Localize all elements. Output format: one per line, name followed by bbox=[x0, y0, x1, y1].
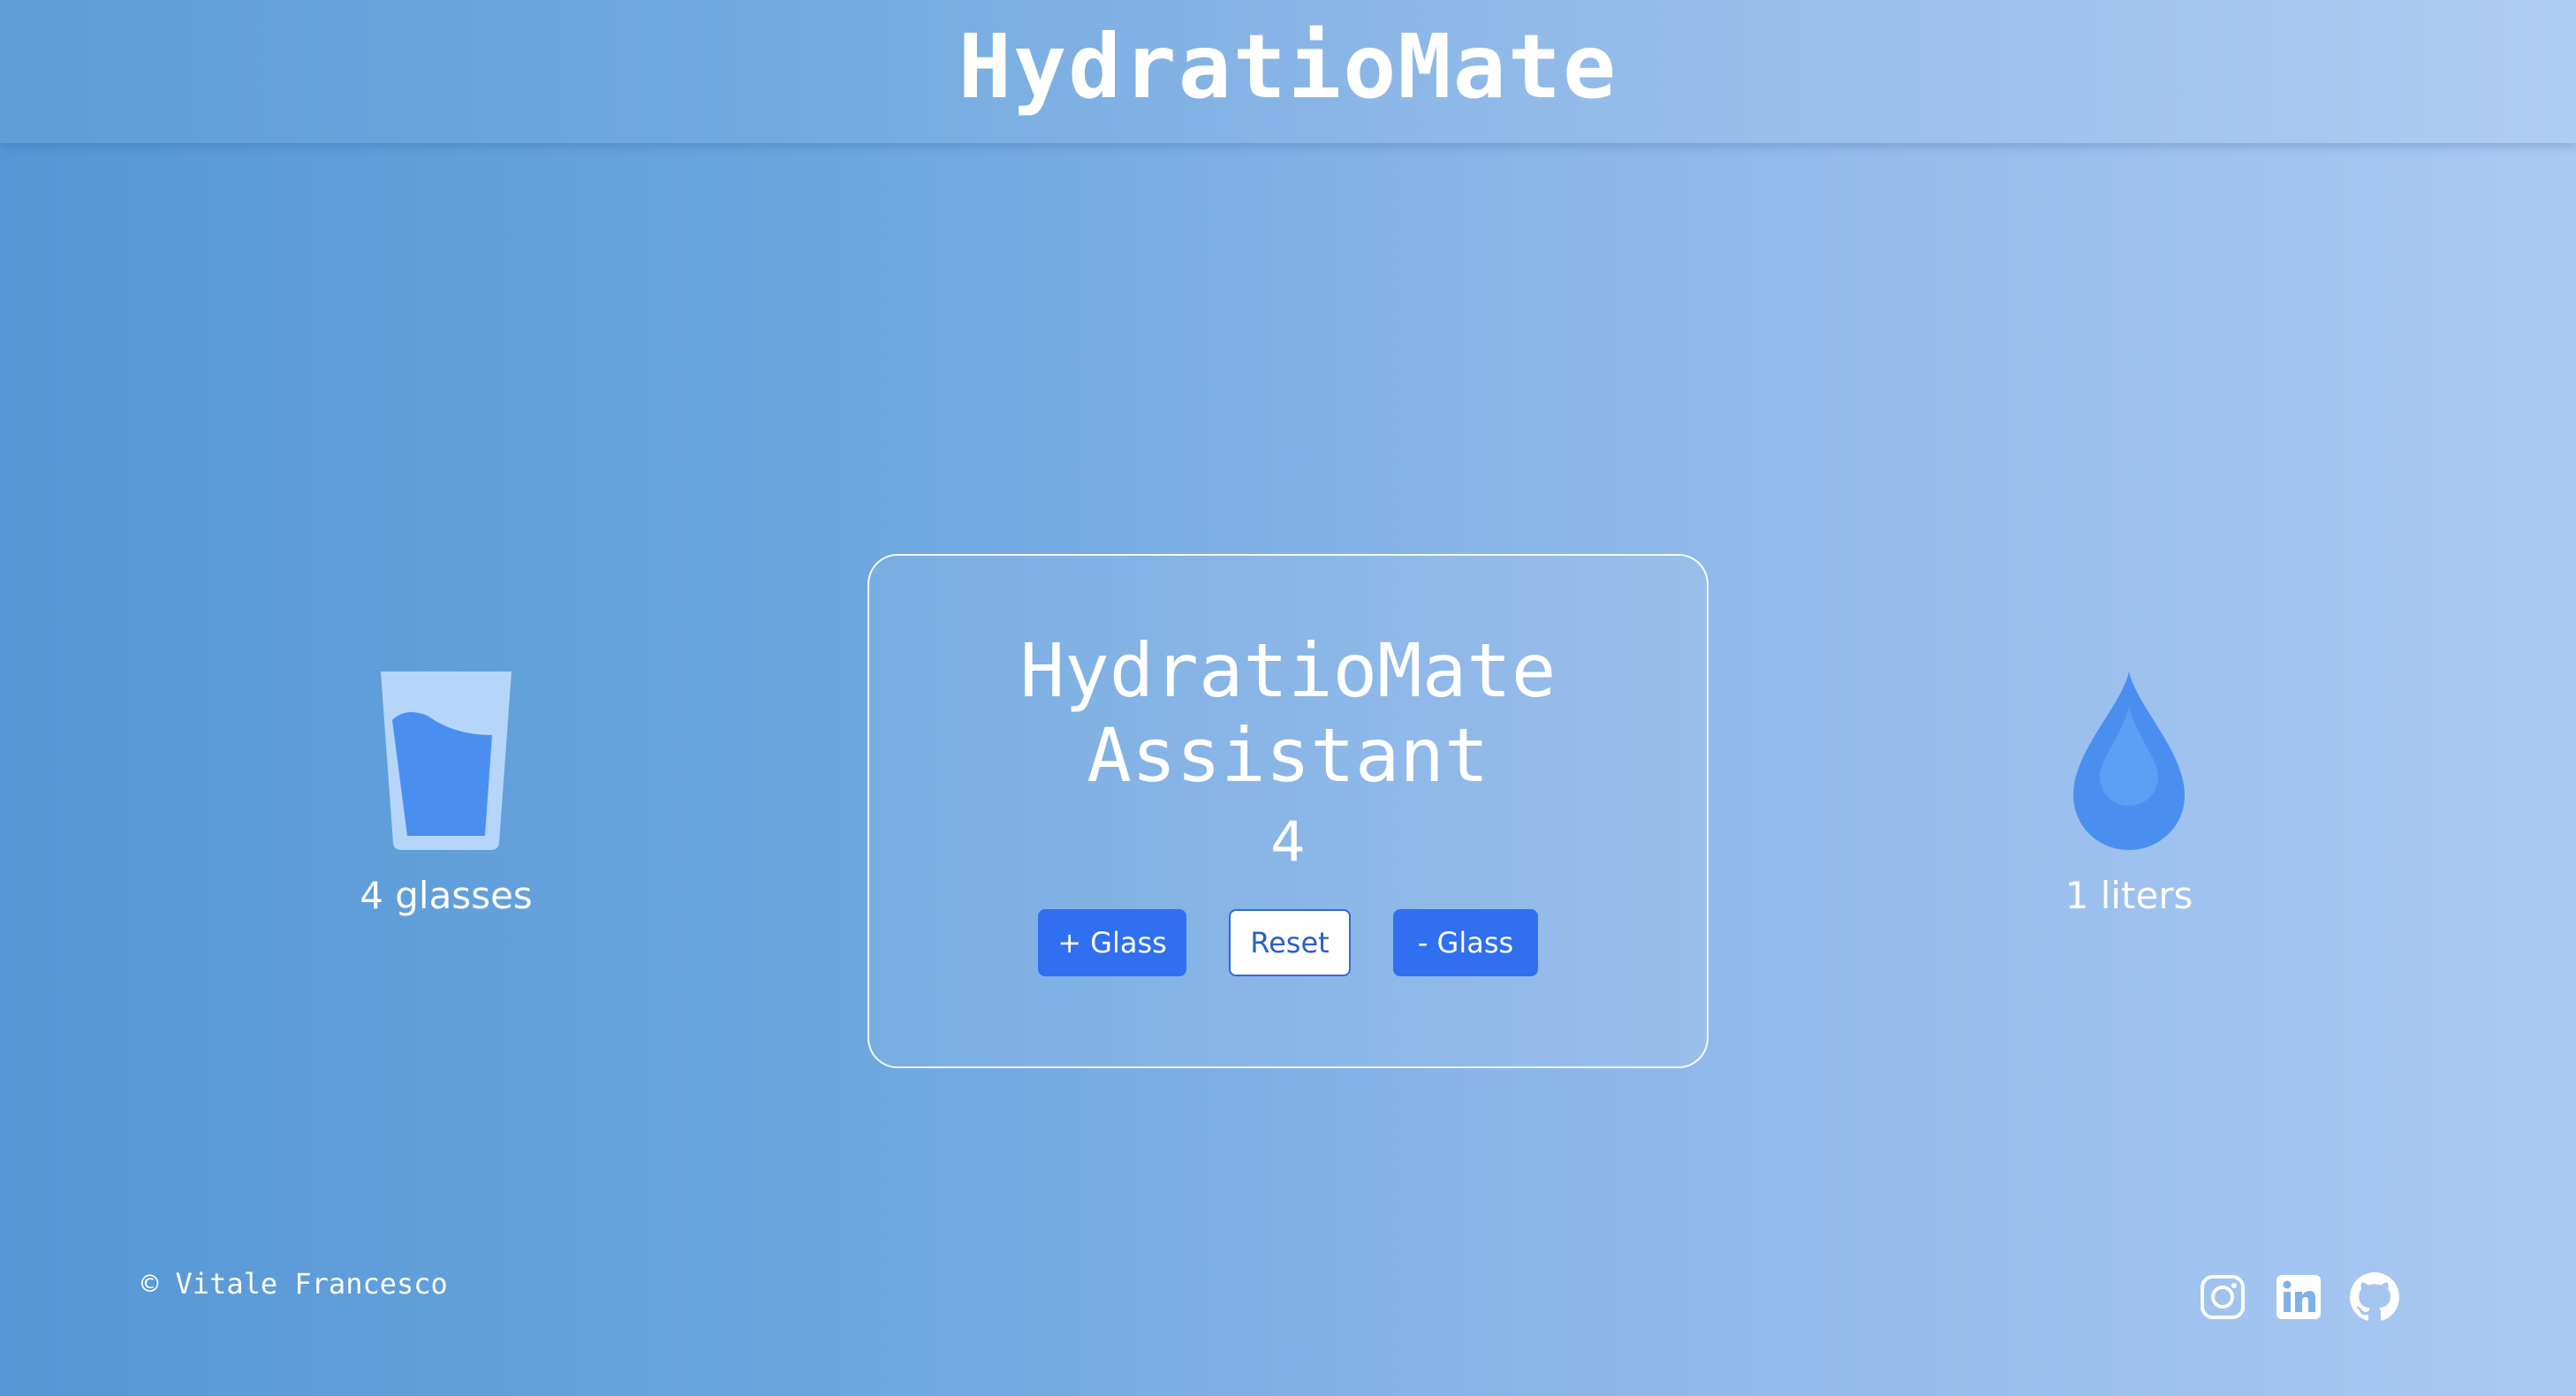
github-icon[interactable] bbox=[2350, 1272, 2399, 1322]
remove-glass-button[interactable]: - Glass bbox=[1393, 909, 1538, 976]
footer-credit: © Vitale Francesco bbox=[141, 1267, 448, 1301]
liters-label: 1 liters bbox=[2065, 874, 2193, 917]
glasses-panel: 4 glasses bbox=[353, 671, 539, 917]
assistant-card: HydratioMate Assistant 4 + Glass Reset -… bbox=[868, 554, 1708, 1068]
linkedin-icon[interactable] bbox=[2274, 1272, 2323, 1322]
water-drop-icon bbox=[2073, 671, 2185, 854]
instagram-icon[interactable] bbox=[2198, 1272, 2247, 1322]
button-row: + Glass Reset - Glass bbox=[1038, 909, 1538, 976]
card-title: HydratioMate Assistant bbox=[1019, 627, 1557, 799]
liters-panel: 1 liters bbox=[2049, 671, 2209, 917]
glass-counter: 4 bbox=[1270, 809, 1306, 874]
app-header: HydratioMate bbox=[0, 0, 2576, 143]
app-title: HydratioMate bbox=[958, 15, 1618, 118]
social-links bbox=[2198, 1272, 2399, 1322]
glass-of-water-icon bbox=[379, 671, 513, 854]
add-glass-button[interactable]: + Glass bbox=[1038, 909, 1186, 976]
glasses-count-label: 4 glasses bbox=[360, 874, 533, 917]
reset-button[interactable]: Reset bbox=[1229, 909, 1351, 976]
